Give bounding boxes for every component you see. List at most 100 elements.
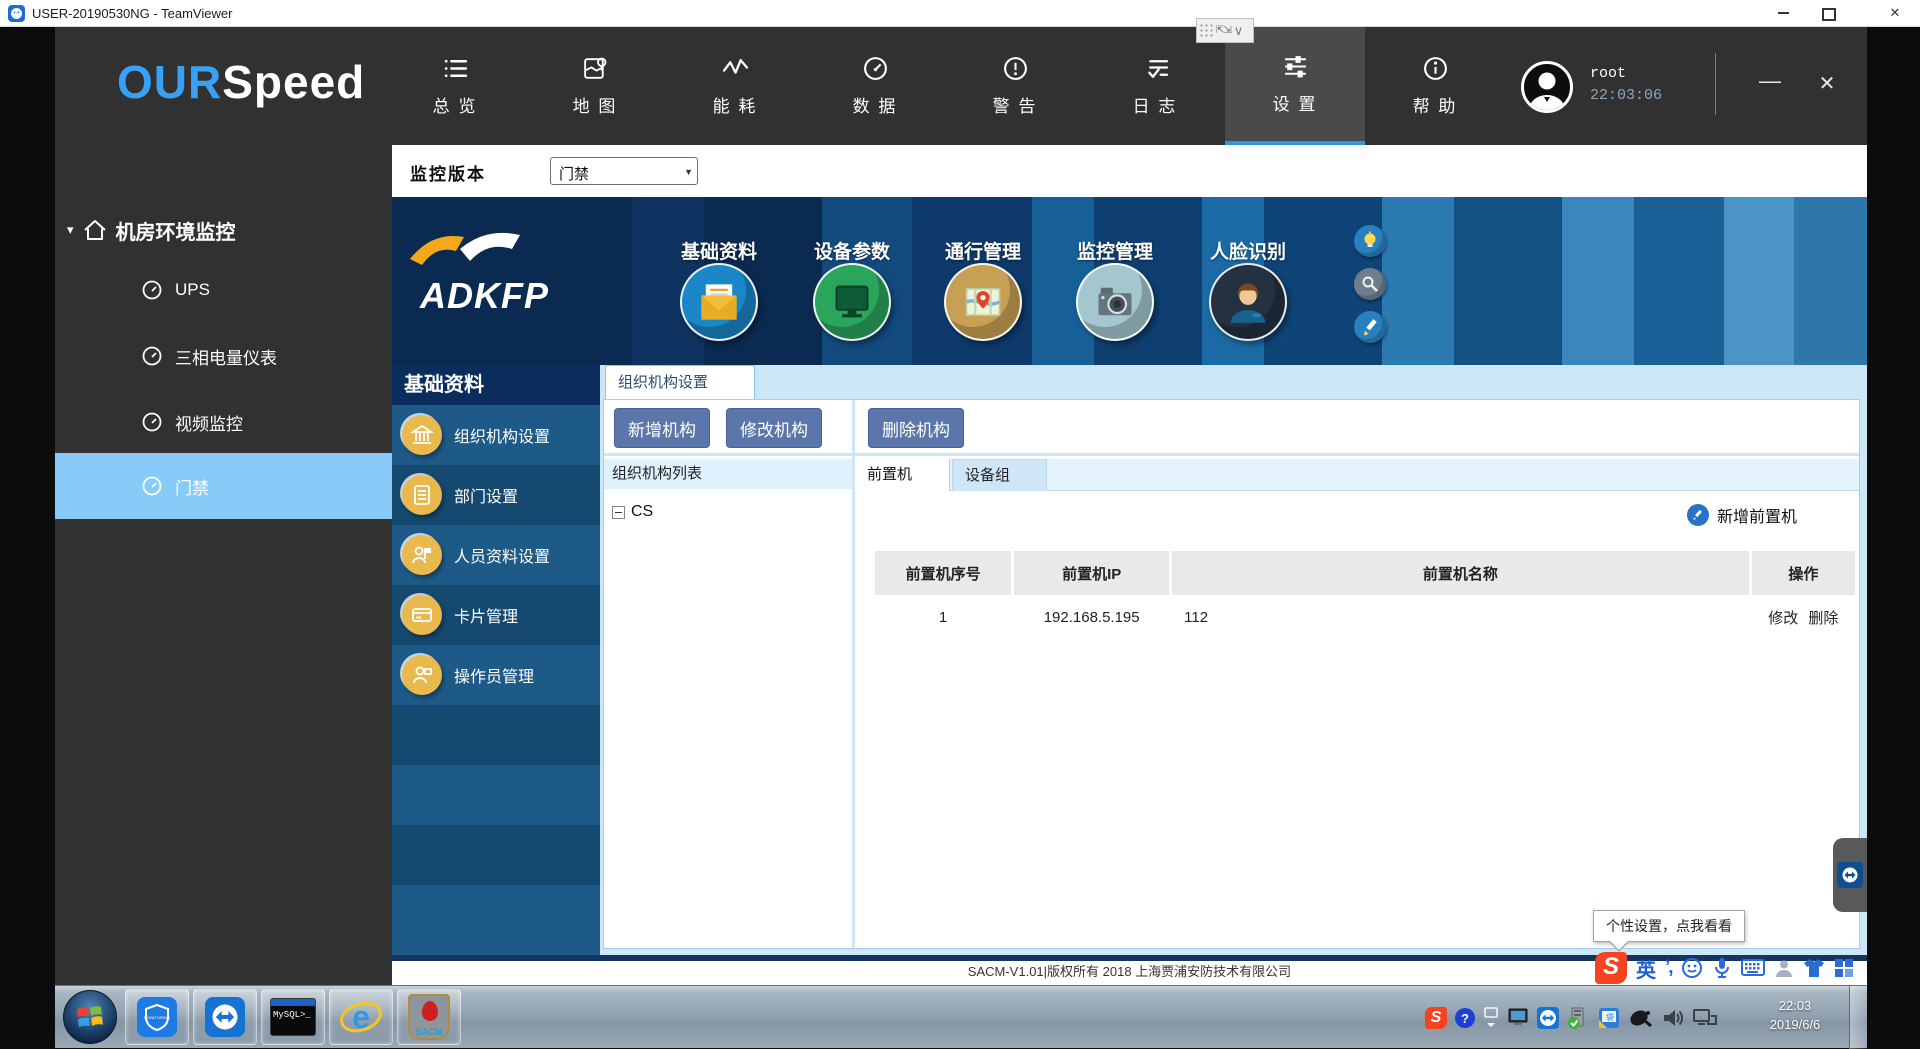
tray-sogou-icon[interactable]: S	[1425, 1007, 1447, 1029]
adkfp-swoosh-icon	[402, 223, 592, 273]
pencil-icon	[1687, 504, 1709, 526]
app-window: OURSpeed 总 览 地 图 能 耗 数 据	[55, 27, 1867, 985]
module-face-recognition[interactable]: 人脸识别	[1193, 197, 1303, 264]
sidebar-root-node[interactable]: ▾ 机房环境监控	[67, 215, 236, 245]
start-button[interactable]	[63, 990, 117, 1044]
menu-item-department[interactable]: 部门设置	[392, 465, 600, 525]
module-monitor-mgmt[interactable]: 监控管理	[1060, 197, 1170, 264]
taskbar-monitoring-app[interactable]: MONITORING	[125, 989, 189, 1045]
tray-network-icon[interactable]	[1692, 1006, 1718, 1030]
sidebar-item-video-monitor[interactable]: 视频监控	[55, 405, 392, 439]
adkfp-logo: ADKFP	[402, 223, 592, 333]
tray-help-icon[interactable]: ?	[1454, 1007, 1476, 1029]
chevron-down-icon[interactable]: ∨	[1234, 23, 1244, 39]
tray-volume-icon[interactable]	[1661, 1006, 1685, 1030]
taskbar-clock[interactable]: 22:03 2019/6/6	[1749, 996, 1841, 1034]
svg-text:MONITORING: MONITORING	[144, 1015, 170, 1020]
app-close-button[interactable]: ✕	[1810, 71, 1844, 97]
taskbar-sacm-app[interactable]: SACM	[397, 989, 461, 1045]
nav-log[interactable]: 日 志	[1085, 27, 1225, 145]
nav-energy[interactable]: 能 耗	[665, 27, 805, 145]
skin-shirt-icon[interactable]	[1803, 958, 1825, 978]
edit-org-button[interactable]: 修改机构	[726, 408, 822, 448]
titlebar-maximize-button[interactable]	[1812, 0, 1846, 26]
sidebar-item-access-control[interactable]: 门禁	[55, 453, 392, 519]
svg-text:袋: 袋	[1606, 1012, 1614, 1022]
ime-toolbox-icon[interactable]	[1834, 958, 1854, 978]
soft-keyboard-icon[interactable]	[1741, 959, 1765, 977]
delete-row-link[interactable]: 删除	[1808, 607, 1838, 628]
subtab-front-machine[interactable]: 前置机	[855, 459, 950, 491]
titlebar-close-button[interactable]	[1878, 0, 1912, 26]
ime-profile-icon[interactable]	[1774, 958, 1794, 978]
module-device-params[interactable]: 设备参数	[797, 197, 907, 264]
clock-time: 22:03	[1749, 996, 1841, 1015]
monitor-version-select[interactable]: 门禁 ▼	[550, 157, 698, 185]
edit-row-link[interactable]: 修改	[1768, 607, 1798, 628]
add-org-button[interactable]: 新增机构	[614, 408, 710, 448]
subtab-device-group[interactable]: 设备组	[952, 459, 1047, 491]
tray-sql-tool-icon[interactable]: 袋	[1597, 1006, 1621, 1030]
sacm-shield-icon: SACM	[408, 994, 450, 1040]
emoji-icon[interactable]	[1681, 957, 1703, 979]
tree-node-cs[interactable]: CS	[612, 503, 653, 521]
teamviewer-handle-icon	[1837, 862, 1863, 888]
nav-warning[interactable]: 警 告	[945, 27, 1085, 145]
nav-data[interactable]: 数 据	[805, 27, 945, 145]
home-icon	[83, 218, 107, 242]
logged-in-user: root	[1590, 65, 1626, 82]
titlebar-minimize-button[interactable]	[1766, 0, 1800, 26]
nav-help[interactable]: 帮 助	[1365, 27, 1505, 145]
face-recognition-person-icon[interactable]	[1209, 263, 1287, 341]
taskbar-teamviewer-app[interactable]	[193, 989, 257, 1045]
module-basic-data[interactable]: 基础资料	[664, 197, 774, 264]
tab-org-settings[interactable]: 组织机构设置	[605, 365, 755, 399]
fullscreen-icon[interactable]: ⇱⇲	[1216, 25, 1231, 36]
tree-collapse-icon[interactable]	[612, 506, 625, 519]
ime-language-toggle[interactable]: 英	[1636, 954, 1656, 983]
access-mgmt-map-icon[interactable]	[944, 263, 1022, 341]
expanded-triangle-icon[interactable]: ▾	[67, 222, 74, 238]
energy-icon	[722, 55, 749, 82]
add-front-machine-link[interactable]: 新增前置机	[1687, 503, 1797, 527]
nav-map[interactable]: 地 图	[525, 27, 665, 145]
device-params-monitor-icon[interactable]	[813, 263, 891, 341]
menu-item-org-settings[interactable]: 组织机构设置	[392, 405, 600, 465]
voice-input-icon[interactable]	[1712, 957, 1732, 979]
basic-data-envelope-icon[interactable]	[680, 263, 758, 341]
tray-server-status-icon[interactable]	[1566, 1006, 1590, 1030]
show-desktop-button[interactable]	[1849, 986, 1867, 1049]
gauge-bullet-icon	[141, 345, 163, 367]
ime-punctuation-toggle[interactable]: ’,	[1665, 957, 1672, 979]
sidebar-item-three-phase-meter[interactable]: 三相电量仪表	[55, 339, 392, 373]
menu-item-operator-mgmt[interactable]: 操作员管理	[392, 645, 600, 705]
tools-quick-icon[interactable]	[1354, 268, 1386, 300]
tray-teamviewer-icon[interactable]	[1537, 1007, 1559, 1029]
bulb-quick-icon[interactable]	[1354, 225, 1386, 257]
user-avatar[interactable]	[1521, 61, 1573, 113]
monitor-version-row: 监控版本 门禁 ▼	[392, 145, 1867, 197]
delete-org-button[interactable]: 删除机构	[868, 408, 964, 448]
sidebar-item-ups[interactable]: UPS	[55, 273, 392, 307]
menu-item-card-mgmt[interactable]: 卡片管理	[392, 585, 600, 645]
monitor-mgmt-camera-icon[interactable]	[1076, 263, 1154, 341]
system-tray: S ? 袋	[1425, 986, 1718, 1049]
menu-item-personnel[interactable]: 人员资料设置	[392, 525, 600, 585]
tray-satellite-icon[interactable]	[1628, 1006, 1654, 1030]
show-hidden-icons[interactable]	[1483, 1006, 1499, 1030]
teamviewer-panel-handle[interactable]	[1833, 838, 1867, 912]
tray-computer-icon[interactable]	[1506, 1006, 1530, 1030]
monitor-version-label: 监控版本	[410, 160, 486, 185]
teamviewer-session-toolbar[interactable]: ⇱⇲ ∨	[1196, 18, 1254, 43]
taskbar-internet-explorer[interactable]: e	[329, 989, 393, 1045]
table-row: 1 192.168.5.195 112 修改 删除	[875, 595, 1855, 639]
sogou-logo-icon[interactable]: S	[1595, 952, 1627, 984]
pencil-quick-icon[interactable]	[1354, 311, 1386, 343]
app-minimize-button[interactable]: —	[1753, 71, 1787, 97]
ime-tooltip[interactable]: 个性设置，点我看看	[1593, 910, 1745, 942]
nav-settings[interactable]: 设 置	[1225, 27, 1365, 145]
nav-overview[interactable]: 总 览	[385, 27, 525, 145]
taskbar-mysql-app[interactable]: MySQL>_	[261, 989, 325, 1045]
drag-grip-icon[interactable]	[1199, 23, 1214, 38]
module-access-mgmt[interactable]: 通行管理	[928, 197, 1038, 264]
